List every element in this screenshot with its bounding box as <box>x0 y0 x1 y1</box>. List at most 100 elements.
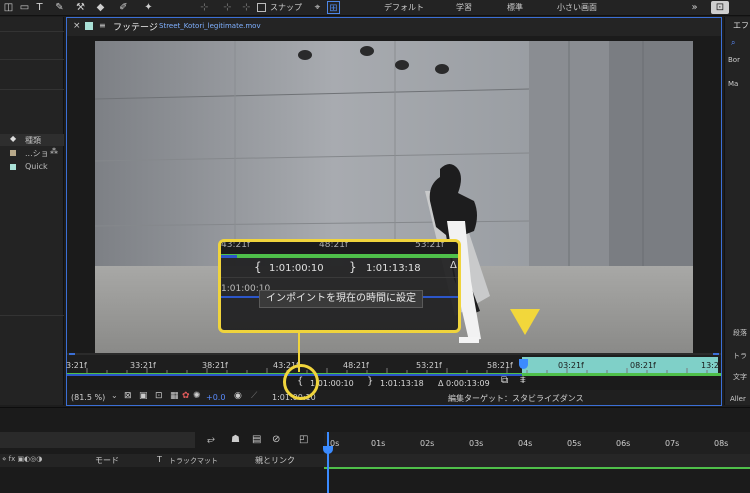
close-icon[interactable]: × <box>73 21 81 31</box>
column-header: ◆ 種類 <box>0 134 64 146</box>
type-column-label[interactable]: 種類 <box>25 135 41 146</box>
puppet-pin-icon[interactable]: ✦ <box>142 1 155 14</box>
effect-group[interactable]: Bor <box>728 56 740 64</box>
divider <box>0 59 64 60</box>
timeline-tick: 05s <box>567 439 582 448</box>
set-out-point-icon[interactable]: } <box>367 376 373 387</box>
composition-flowchart-icon[interactable]: ⥂ <box>207 434 215 445</box>
out-point-time[interactable]: 1:01:13:18 <box>380 379 424 388</box>
panel-tab-row: × ≡ フッテージ Street_Kotori_legitimate.mov <box>67 18 721 36</box>
timeline-track-area[interactable] <box>324 454 750 467</box>
snap-label: スナップ <box>270 3 302 12</box>
eraser-tool-icon[interactable]: ◆ <box>94 1 107 14</box>
timeline-panel: ⥂ ☗ ▤ ⊘ ◰ ⋄ fx ▣◐◎◑ モード T トラックマット 親とリンク <box>0 407 750 493</box>
divider <box>0 31 64 32</box>
frame-blending-icon[interactable]: ▤ <box>252 434 261 445</box>
mode-column-label[interactable]: モード <box>95 455 119 466</box>
set-in-point-icon[interactable]: { <box>254 260 262 274</box>
search-icon[interactable]: ⌕ <box>731 38 735 48</box>
callout-in-point[interactable]: 1:01:00:10 <box>269 263 324 274</box>
parent-link-column-label[interactable]: 親とリンク <box>255 455 295 466</box>
callout-tick-label: 53:21f <box>415 240 445 250</box>
timeline-playhead[interactable] <box>327 432 329 493</box>
mask-visibility-icon[interactable]: ▣ <box>139 391 148 401</box>
tracker-panel-label[interactable]: トラ <box>733 351 747 361</box>
timeline-tick: 07s <box>665 439 680 448</box>
snap-magnet-icon[interactable]: ⌖ <box>311 1 324 14</box>
snap-target-icon[interactable]: ⊞ <box>327 1 340 14</box>
composition-icon: ⁂ <box>50 147 58 156</box>
layer-search-field[interactable] <box>0 432 195 448</box>
title-safe-icon[interactable]: ⊠ <box>124 391 132 401</box>
ruler-tick-label: 3:21f <box>66 361 87 370</box>
label-tag-icon: ◆ <box>10 134 17 143</box>
snap-checkbox[interactable] <box>257 3 266 12</box>
shy-layers-icon[interactable]: ☗ <box>231 434 240 445</box>
timeline-tick: 06s <box>616 439 631 448</box>
menu-icon[interactable]: ≡ <box>99 21 106 30</box>
ruler-tick-label: 13:2 <box>701 361 719 370</box>
workspace-learn[interactable]: 学習 <box>456 2 472 13</box>
workspace-menu-icon[interactable]: » <box>688 1 701 14</box>
color-label-swatch <box>10 150 16 156</box>
list-item[interactable]: ...ショ <box>25 148 49 159</box>
effects-panel: エフ ⌕ Bor Ma 段落 トラ 文字 Aller <box>724 17 750 405</box>
list-item[interactable]: Quick <box>25 162 48 171</box>
set-out-point-icon[interactable]: } <box>349 260 357 274</box>
show-snapshot-icon[interactable]: ⟋ <box>251 391 257 401</box>
ruler-tick-label: 08:21f <box>630 361 656 370</box>
roto-brush-icon[interactable]: ✐ <box>117 1 130 14</box>
region-of-interest-icon[interactable]: ⊡ <box>155 391 163 401</box>
divider <box>221 277 458 278</box>
clone-stamp-icon[interactable]: ⚒ <box>74 1 87 14</box>
zoom-level[interactable]: (81.5 %) <box>71 393 105 402</box>
footage-file-name[interactable]: Street_Kotori_legitimate.mov <box>159 22 261 30</box>
ruler-tick-label: 53:21f <box>416 361 442 370</box>
ruler-tick-label: 48:21f <box>343 361 369 370</box>
overlay-edit-icon[interactable]: ⩨ <box>520 375 526 386</box>
color-channels-icon[interactable]: ✿ <box>182 391 190 401</box>
divider <box>0 89 64 90</box>
search-help-icon[interactable]: ⊡ <box>711 1 729 14</box>
ruler-tick-label: 03:21f <box>558 361 584 370</box>
ripple-insert-icon[interactable]: ⧉ <box>501 375 508 386</box>
preserve-transparency-label[interactable]: T <box>157 455 162 464</box>
snapshot-camera-icon[interactable]: ◉ <box>234 391 242 401</box>
panel-tab-title[interactable]: フッテージ <box>113 20 158 33</box>
callout-out-point[interactable]: 1:01:13:18 <box>366 263 421 274</box>
timeline-work-area[interactable] <box>324 467 750 469</box>
callout-work-area-bar <box>221 254 458 258</box>
workspace-small-screen[interactable]: 小さい画面 <box>557 2 597 13</box>
top-toolbar: ◫ ▭ T ✎ ⚒ ◆ ✐ ✦ ⊹ ⊹ ⊹ スナップ ⌖ ⊞ デフォルト 学習 … <box>0 0 750 16</box>
exposure-value[interactable]: +0.0 <box>206 393 225 402</box>
paragraph-panel-label[interactable]: 段落 <box>733 328 747 338</box>
callout-tick-label: 48:21f <box>319 240 349 250</box>
playhead[interactable] <box>519 359 528 369</box>
footage-panel: × ≡ フッテージ Street_Kotori_legitimate.mov 3… <box>66 17 722 406</box>
tooltip: インポイントを現在の時間に設定 <box>259 290 423 308</box>
motion-blur-icon[interactable]: ⊘ <box>272 434 280 445</box>
font-name[interactable]: Aller <box>730 395 746 403</box>
playhead-marker-arrow <box>510 309 540 335</box>
edit-target-label: 編集ターゲット：スタビライズダンス <box>448 394 584 403</box>
chevron-down-icon[interactable]: ⌄ <box>111 391 118 400</box>
graph-editor-icon[interactable]: ◰ <box>299 434 308 445</box>
type-tool-icon[interactable]: T <box>33 1 46 14</box>
track-matte-column-label[interactable]: トラックマット <box>169 456 218 466</box>
ruler-tick-label: 58:21f <box>487 361 513 370</box>
character-panel-label[interactable]: 文字 <box>733 372 747 382</box>
timeline-tick: 03s <box>469 439 484 448</box>
panel-title[interactable]: エフ <box>733 20 749 31</box>
workspace-standard[interactable]: 標準 <box>507 2 523 13</box>
transparency-grid-icon[interactable]: ▦ <box>170 391 179 401</box>
brush-tool-icon[interactable]: ✎ <box>53 1 66 14</box>
effect-group[interactable]: Ma <box>728 80 738 88</box>
timeline-ruler[interactable] <box>324 432 750 454</box>
rectangle-tool-icon[interactable]: ▭ <box>18 1 31 14</box>
camera-tool-icon[interactable]: ◫ <box>2 1 15 14</box>
exposure-reset-icon[interactable]: ✺ <box>193 391 201 401</box>
ruler-ticks <box>86 368 708 373</box>
callout-highlight-circle <box>283 364 319 400</box>
workspace-default[interactable]: デフォルト <box>384 2 424 13</box>
duration-time: Δ 0:00:13:09 <box>438 379 490 388</box>
